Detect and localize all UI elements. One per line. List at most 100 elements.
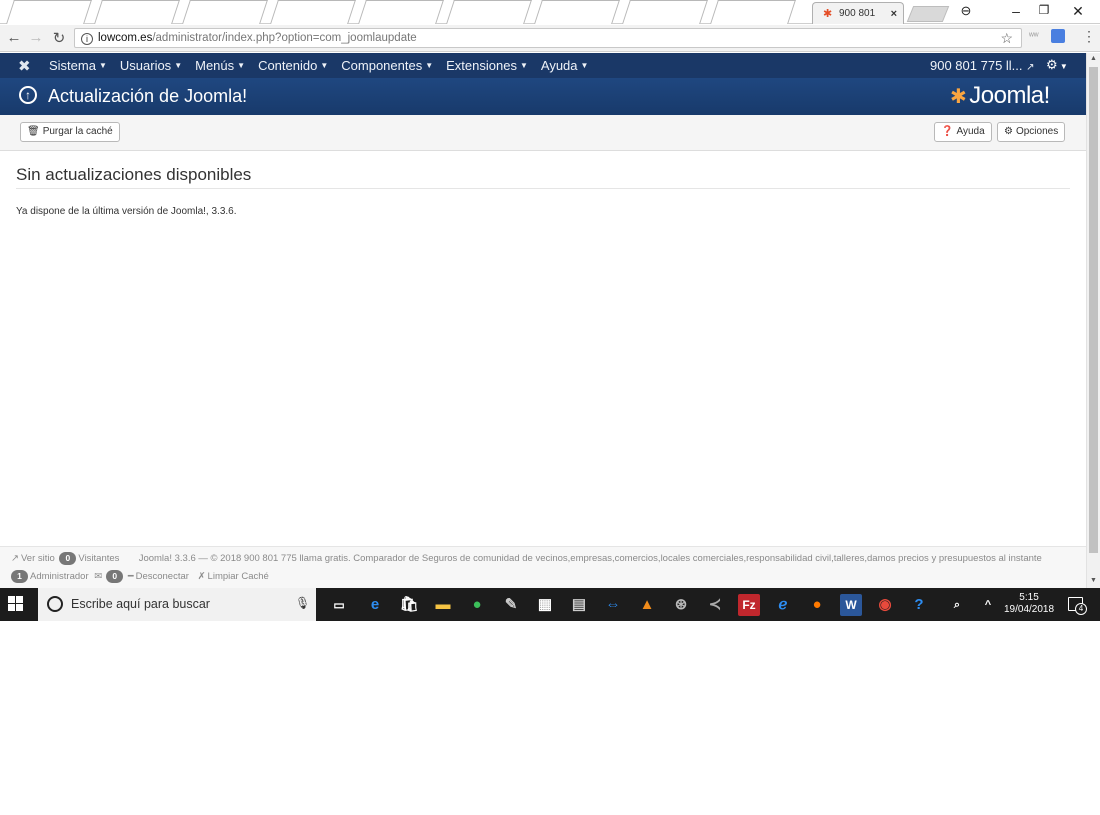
word-icon[interactable]: W: [840, 594, 862, 616]
menu-label: Ayuda: [540, 58, 578, 73]
restore-icon[interactable]: ❐: [1034, 3, 1054, 17]
envelope-icon: ✉: [94, 571, 103, 582]
address-bar[interactable]: i lowcom.es/administrator/index.php?optio…: [74, 28, 1022, 48]
trash-icon: 🗑: [27, 126, 40, 137]
store-icon[interactable]: 🛍: [398, 594, 420, 616]
browser-tab-strip: ✱ 900 801 × ⊖ – ❐ ✕: [0, 0, 1100, 24]
scrollbar-thumb[interactable]: [1089, 67, 1098, 553]
messages-badge: 0: [106, 570, 124, 583]
heading-divider: [16, 188, 1070, 189]
active-tab[interactable]: ✱ 900 801 ×: [812, 2, 904, 24]
menu-contenido[interactable]: Contenido ▼: [258, 58, 328, 73]
app-icon[interactable]: ●: [466, 594, 488, 616]
menu-label: Usuarios: [119, 58, 172, 73]
background-tab[interactable]: [446, 0, 532, 24]
active-tab-title: 900 801: [839, 8, 876, 19]
windows-start-icon[interactable]: [8, 596, 24, 612]
notification-count: 4: [1075, 603, 1087, 615]
forward-icon[interactable]: →: [27, 29, 45, 46]
external-link-icon: ↗: [11, 553, 19, 564]
tray-chevron-icon[interactable]: ^: [977, 594, 999, 616]
background-tab[interactable]: [270, 0, 356, 24]
scroll-down-icon[interactable]: ▼: [1090, 577, 1097, 584]
filezilla-icon[interactable]: Fz: [738, 594, 760, 616]
view-site-link[interactable]: ↗ Ver sitio: [11, 553, 55, 564]
gear-icon: ⚙: [1004, 126, 1013, 137]
background-tab[interactable]: [622, 0, 708, 24]
tab-close-icon[interactable]: ×: [891, 8, 897, 20]
options-button[interactable]: ⚙ Opciones: [997, 122, 1066, 142]
menu-menus[interactable]: Menús ▼: [195, 58, 245, 73]
tray-clock[interactable]: 5:15 19/04/2018: [1004, 592, 1054, 616]
chrome-icon[interactable]: ◉: [874, 594, 896, 616]
app-icon[interactable]: ≺: [704, 594, 726, 616]
microphone-icon[interactable]: 🎙: [295, 596, 310, 610]
calculator-icon[interactable]: ▦: [534, 594, 556, 616]
taskbar-search[interactable]: Escribe aquí para buscar 🎙: [38, 588, 316, 621]
minimize-icon[interactable]: –: [1006, 3, 1026, 19]
edge-icon[interactable]: e: [364, 594, 386, 616]
bookmark-star-icon[interactable]: ☆: [1000, 29, 1013, 47]
button-label: Purgar la caché: [42, 126, 113, 137]
people-icon[interactable]: ⌕: [946, 594, 968, 616]
clock-time: 5:15: [1019, 592, 1039, 603]
caret-down-icon: ▼: [98, 61, 107, 70]
back-icon[interactable]: ←: [5, 29, 23, 46]
copyright-text: Joomla! 3.3.6 — © 2018 900 801 775 llama…: [138, 553, 1042, 564]
background-tab[interactable]: [182, 0, 268, 24]
site-name-link[interactable]: 900 801 775 ll... ↗: [930, 58, 1035, 73]
extension-icon[interactable]: ʷʷ: [1029, 31, 1039, 42]
visitors-badge: 0: [59, 552, 77, 565]
menu-componentes[interactable]: Componentes ▼: [341, 58, 433, 73]
menu-label: Sistema: [49, 58, 96, 73]
close-window-icon[interactable]: ✕: [1068, 3, 1088, 20]
background-tab[interactable]: [358, 0, 444, 24]
vlc-icon[interactable]: ▲: [636, 594, 658, 616]
internet-explorer-icon[interactable]: ℯ: [772, 594, 794, 616]
background-tab[interactable]: [6, 0, 92, 24]
help-app-icon[interactable]: ?: [908, 594, 930, 616]
app-icon[interactable]: ⊛: [670, 594, 692, 616]
view-site-label: Ver sitio: [20, 553, 55, 564]
profile-icon[interactable]: ⊖: [956, 3, 976, 19]
action-center-icon[interactable]: 4: [1068, 597, 1087, 615]
app-icon[interactable]: ✎: [500, 594, 522, 616]
joomla-favicon-icon: ✱: [823, 7, 833, 20]
caret-down-icon: ▼: [425, 61, 434, 70]
task-view-icon[interactable]: ▭: [328, 594, 350, 616]
movie-maker-icon[interactable]: ▤: [568, 594, 590, 616]
site-name-label: 900 801 775 ll...: [930, 58, 1023, 73]
background-tab[interactable]: [94, 0, 180, 24]
help-button[interactable]: ❓ Ayuda: [934, 122, 992, 142]
file-explorer-icon[interactable]: ▬: [432, 594, 454, 616]
info-icon[interactable]: i: [81, 33, 93, 45]
background-tab[interactable]: [534, 0, 620, 24]
url-path: /administrator/index.php?option=com_joom…: [152, 32, 417, 44]
translate-extension-icon[interactable]: [1051, 29, 1065, 43]
joomla-logo-icon[interactable]: ✖: [18, 57, 31, 75]
vertical-scrollbar[interactable]: ▲ ▼: [1086, 53, 1100, 589]
menu-label: Contenido: [258, 58, 318, 73]
firefox-icon[interactable]: ●: [806, 594, 828, 616]
background-tab[interactable]: [710, 0, 796, 24]
cortana-icon: [47, 596, 63, 612]
menu-extensiones[interactable]: Extensiones ▼: [446, 58, 528, 73]
new-tab-button[interactable]: [906, 6, 950, 22]
purge-cache-button[interactable]: 🗑 Purgar la caché: [20, 122, 120, 142]
admin-menu: Sistema ▼ Usuarios ▼ Menús ▼ Contenido ▼ Com…: [49, 58, 588, 73]
teamviewer-icon[interactable]: ⇔: [602, 594, 624, 616]
clear-cache-link[interactable]: ✗ Limpiar Caché: [198, 571, 269, 582]
menu-label: Menús: [195, 58, 235, 73]
menu-sistema[interactable]: Sistema ▼: [49, 58, 107, 73]
logout-link[interactable]: ━ Desconectar: [128, 571, 189, 582]
reload-icon[interactable]: ↻: [50, 29, 68, 47]
minus-icon: ━: [127, 571, 134, 582]
page-header: ↑ Actualización de Joomla! ✱ Joomla!: [0, 78, 1086, 115]
scroll-up-icon[interactable]: ▲: [1090, 55, 1097, 62]
menu-ayuda[interactable]: Ayuda ▼: [541, 58, 589, 73]
action-toolbar: 🗑 Purgar la caché ❓ Ayuda ⚙ Opciones: [0, 115, 1086, 151]
chrome-menu-icon[interactable]: ⋮: [1082, 28, 1096, 45]
user-gear-icon[interactable]: ⚙ ▼: [1046, 57, 1068, 73]
menu-usuarios[interactable]: Usuarios ▼: [120, 58, 182, 73]
admin-navbar: ✖ Sistema ▼ Usuarios ▼ Menús ▼ Contenido ▼ C…: [0, 53, 1086, 78]
